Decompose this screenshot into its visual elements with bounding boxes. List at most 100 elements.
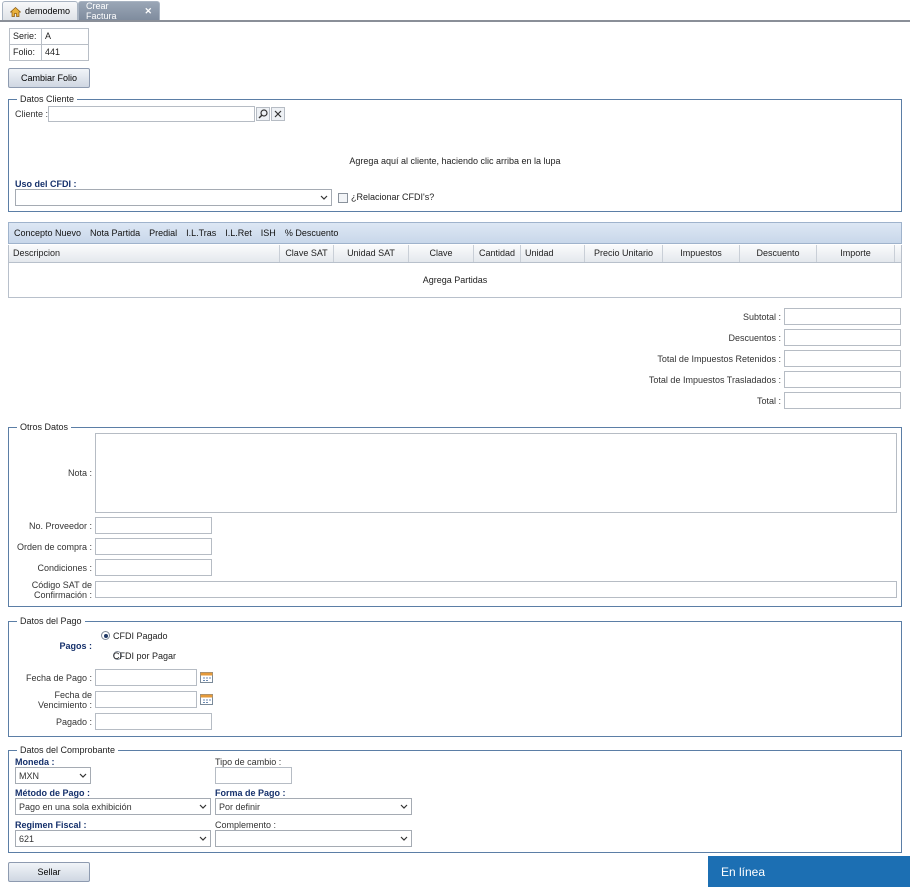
col-clave[interactable]: Clave — [409, 245, 474, 262]
col-descripcion[interactable]: Descripcion — [9, 245, 280, 262]
col-precio-unitario[interactable]: Precio Unitario — [585, 245, 663, 262]
orden-label: Orden de compra : — [16, 542, 92, 552]
sellar-button[interactable]: Sellar — [8, 862, 90, 882]
ish-button[interactable]: ISH — [257, 228, 280, 238]
tab-label: demodemo — [25, 6, 71, 16]
nota-label: Nota : — [67, 468, 92, 478]
tipo-cambio-label: Tipo de cambio : — [215, 757, 282, 767]
otros-datos-legend: Otros Datos — [17, 422, 72, 432]
col-importe[interactable]: Importe — [817, 245, 895, 262]
proveedor-input[interactable] — [95, 517, 212, 534]
fecha-vencimiento-label-line2: Vencimiento : — [37, 700, 92, 710]
forma-pago-label: Forma de Pago : — [215, 788, 286, 798]
col-cantidad[interactable]: Cantidad — [474, 245, 521, 262]
col-clave-sat[interactable]: Clave SAT — [280, 245, 334, 262]
descuentos-label: Descuentos : — [728, 333, 781, 343]
grid-empty-text: Agrega Partidas — [422, 275, 488, 285]
chevron-down-icon — [199, 831, 207, 848]
tab-label: Crear Factura — [86, 1, 117, 21]
tipo-cambio-input[interactable] — [215, 767, 292, 784]
grid-body: Agrega Partidas — [8, 263, 902, 298]
fecha-vencimiento-input[interactable] — [95, 691, 197, 708]
calendar-icon[interactable] — [200, 671, 213, 685]
metodo-pago-label: Método de Pago : — [15, 788, 90, 798]
concepto-nuevo-button[interactable]: Concepto Nuevo — [10, 228, 85, 238]
status-badge: En línea — [708, 856, 910, 887]
cfdi-pagado-label: CFDI Pagado — [113, 631, 168, 641]
cambiar-folio-button[interactable]: Cambiar Folio — [8, 68, 90, 88]
proveedor-label: No. Proveedor : — [28, 521, 92, 531]
pagado-input[interactable] — [95, 713, 212, 730]
forma-pago-select[interactable]: Por definir — [215, 798, 412, 815]
grid-header: Descripcion Clave SAT Unidad SAT Clave C… — [8, 245, 902, 263]
col-descuento[interactable]: Descuento — [740, 245, 817, 262]
descuentos-field — [784, 329, 901, 346]
tab-demodemo[interactable]: demodemo — [2, 1, 78, 20]
fecha-pago-input[interactable] — [95, 669, 197, 686]
home-icon — [10, 6, 21, 17]
chevron-down-icon — [320, 190, 328, 207]
moneda-select[interactable]: MXN — [15, 767, 91, 784]
chevron-down-icon — [199, 799, 207, 816]
clear-icon[interactable] — [271, 107, 285, 121]
chevron-down-icon — [400, 831, 408, 848]
moneda-label: Moneda : — [15, 757, 55, 767]
subtotal-label: Subtotal : — [742, 312, 781, 322]
cliente-hint: Agrega aquí al cliente, haciendo clic ar… — [349, 156, 561, 166]
col-unidad[interactable]: Unidad — [521, 245, 585, 262]
cfdi-pagado-radio[interactable] — [101, 631, 110, 640]
predial-button[interactable]: Predial — [145, 228, 181, 238]
orden-input[interactable] — [95, 538, 212, 555]
regimen-fiscal-label: Regimen Fiscal : — [15, 820, 87, 830]
tab-crear-factura[interactable]: Crear Factura ✕ — [78, 1, 160, 21]
cliente-input[interactable] — [48, 106, 255, 122]
cfdi-por-pagar-label: CFDI por Pagar — [113, 651, 177, 661]
col-unidad-sat[interactable]: Unidad SAT — [334, 245, 409, 262]
relacionar-checkbox[interactable] — [338, 193, 348, 203]
metodo-pago-select[interactable]: Pago en una sola exhibición — [15, 798, 211, 815]
codigo-sat-input[interactable] — [95, 581, 897, 598]
forma-pago-value: Por definir — [219, 801, 261, 812]
nota-partida-button[interactable]: Nota Partida — [86, 228, 144, 238]
retenidos-field — [784, 350, 901, 367]
retenidos-label: Total de Impuestos Retenidos : — [657, 354, 781, 364]
uso-cfdi-label: Uso del CFDI : — [15, 179, 77, 189]
condiciones-input[interactable] — [95, 559, 212, 576]
pagos-label: Pagos : — [59, 641, 92, 651]
codigo-sat-label: Código SAT de Confirmación : — [10, 580, 92, 600]
uso-cfdi-select[interactable] — [15, 189, 332, 206]
fecha-vencimiento-label: Fecha de Vencimiento : — [10, 690, 92, 710]
codigo-sat-label-line2: Confirmación : — [33, 590, 92, 600]
close-icon[interactable]: ✕ — [144, 6, 152, 17]
il-ret-button[interactable]: I.L.Ret — [221, 228, 256, 238]
folio-label: Folio: — [10, 45, 42, 60]
regimen-fiscal-select[interactable]: 621 — [15, 830, 211, 847]
pagado-label: Pagado : — [55, 717, 92, 727]
descuento-button[interactable]: % Descuento — [281, 228, 343, 238]
col-impuestos[interactable]: Impuestos — [663, 245, 740, 262]
trasladados-field — [784, 371, 901, 388]
nota-textarea[interactable] — [95, 433, 897, 513]
serie-value: A — [45, 31, 52, 41]
cliente-label: Cliente : — [15, 109, 49, 119]
fecha-vencimiento-label-line1: Fecha de — [54, 690, 92, 700]
complemento-select[interactable] — [215, 830, 412, 847]
regimen-fiscal-value: 621 — [19, 833, 35, 844]
folio-value: 441 — [45, 47, 61, 57]
relacionar-label: ¿Relacionar CFDI's? — [351, 192, 435, 202]
complemento-label: Complemento : — [215, 820, 277, 830]
calendar-icon[interactable] — [200, 693, 213, 707]
datos-pago-legend: Datos del Pago — [17, 616, 85, 626]
condiciones-label: Condiciones : — [37, 563, 92, 573]
chevron-down-icon — [79, 768, 87, 785]
chevron-down-icon — [400, 799, 408, 816]
serie-label: Serie: — [10, 29, 42, 44]
subtotal-field — [784, 308, 901, 325]
search-icon[interactable] — [256, 107, 270, 121]
total-field — [784, 392, 901, 409]
serie-folio-box: Serie: A Folio: 441 — [9, 28, 89, 61]
il-tras-button[interactable]: I.L.Tras — [182, 228, 220, 238]
trasladados-label: Total de Impuestos Trasladados : — [648, 375, 781, 385]
metodo-pago-value: Pago en una sola exhibición — [19, 801, 132, 812]
grid-toolbar: Concepto Nuevo Nota Partida Predial I.L.… — [8, 222, 902, 244]
